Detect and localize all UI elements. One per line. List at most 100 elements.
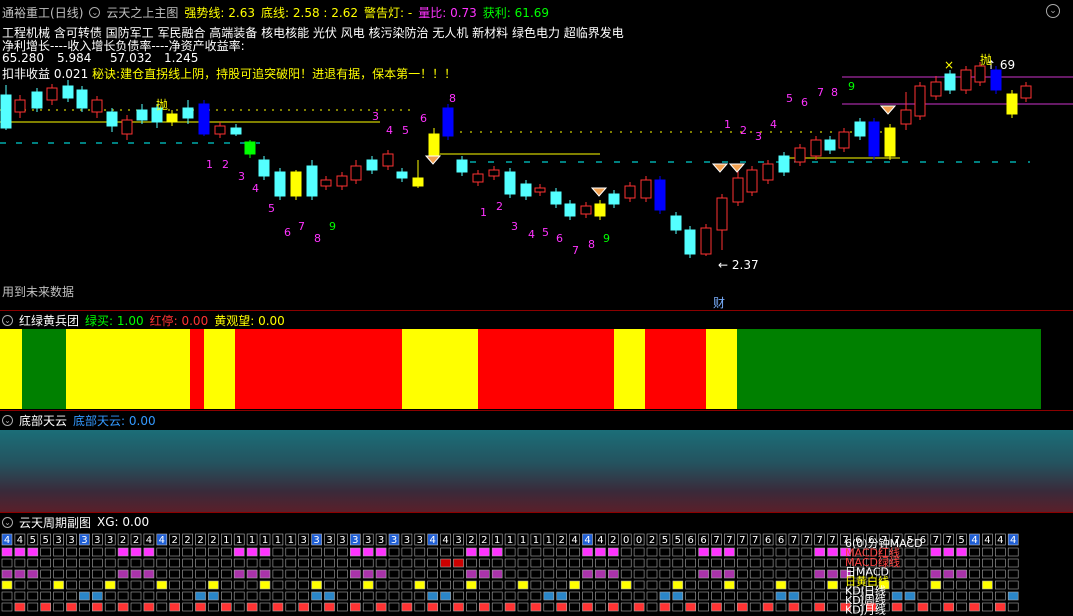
panel4-menu-icon[interactable]: ⌄ <box>2 516 13 528</box>
cycle-digit: 3 <box>81 535 87 546</box>
cycle-cell <box>182 591 193 601</box>
buy-value: 1.00 <box>116 313 144 328</box>
cycle-digit: 3 <box>455 535 461 546</box>
candle-body <box>794 147 806 163</box>
cycle-cell <box>504 558 516 568</box>
cycle-cell <box>130 558 142 568</box>
cycle-cell <box>208 591 219 601</box>
cycle-cell <box>478 580 490 590</box>
cycle-cell <box>440 602 451 612</box>
cycle-cell <box>749 547 761 557</box>
cycle-row-label: KDJ月线 <box>845 603 886 616</box>
cycle-cell <box>208 580 219 590</box>
cycle-cell <box>233 602 245 612</box>
sequence-number: 8 <box>449 92 456 105</box>
cycle-digit: 3 <box>107 535 113 546</box>
cycle-cell <box>92 591 103 601</box>
cycle-cell <box>788 580 800 590</box>
cycle-cell <box>440 547 451 557</box>
cycle-cell <box>285 558 297 568</box>
candle-body <box>824 139 836 151</box>
cycle-cell <box>814 580 826 590</box>
candle-body <box>350 165 362 181</box>
cycle-cell <box>427 569 439 579</box>
panel4-title[interactable]: 云天周期副图 <box>19 514 91 531</box>
watch-value: 0.00 <box>258 313 285 328</box>
cycle-cell <box>530 569 542 579</box>
cycle-cell <box>530 558 542 568</box>
cycle-cell <box>969 602 980 612</box>
cross-mark: × <box>944 58 955 72</box>
cycle-cell <box>724 602 735 612</box>
cycle-cell <box>298 602 310 612</box>
cycle-cell <box>943 591 955 601</box>
cycle-cell <box>195 558 206 568</box>
bottom-cloud-area[interactable] <box>0 430 1073 512</box>
diamond-marker <box>590 187 608 197</box>
candle-body <box>366 159 378 171</box>
cycle-digit: 4 <box>571 535 577 546</box>
cycle-cell <box>40 602 52 612</box>
cycle-cell <box>595 580 606 590</box>
cycle-cell <box>827 547 838 557</box>
cycle-cell <box>749 591 761 601</box>
cycle-cell <box>156 580 168 590</box>
cycle-cell <box>427 591 439 601</box>
cycle-cell <box>956 602 967 612</box>
cycle-cell <box>762 602 774 612</box>
cycle-cell <box>195 569 206 579</box>
cycle-cell <box>117 580 129 590</box>
cycle-cell <box>311 602 322 612</box>
cycle-cell <box>414 558 426 568</box>
cycle-digit: 3 <box>404 535 410 546</box>
finance-mark[interactable]: 财 <box>713 294 725 311</box>
cycle-cell <box>969 547 980 557</box>
candle-body <box>654 179 666 211</box>
cycle-cell <box>801 569 813 579</box>
cycle-cell <box>79 591 90 601</box>
sequence-number: 5 <box>402 124 409 137</box>
cycle-digit: 4 <box>1010 535 1016 546</box>
kline-chart[interactable]: 1 23456 78934 5681 234 5 67 8 91 2 345 67 8 9 <box>0 0 1073 310</box>
cycle-cell <box>14 591 26 601</box>
candle-body <box>810 139 822 157</box>
cycle-cell <box>994 558 1006 568</box>
cycle-cell <box>156 547 168 557</box>
panel2-menu-icon[interactable]: ⌄ <box>2 314 13 326</box>
cycle-cell <box>272 580 284 590</box>
cycle-grid[interactable]: 4455333332244222211111133333333334432211… <box>0 531 1073 616</box>
cycle-cell <box>736 569 748 579</box>
cycle-cell <box>298 558 310 568</box>
cycle-cell <box>427 558 439 568</box>
candle-body <box>732 177 744 203</box>
cycle-digit: 5 <box>43 535 49 546</box>
cycle-cell <box>904 591 916 601</box>
band-chart[interactable] <box>0 329 1073 409</box>
cycle-cell <box>569 569 580 579</box>
candle-body <box>930 81 942 97</box>
cycle-digit: 7 <box>946 535 952 546</box>
panel3-title[interactable]: 底部天云 <box>19 412 67 429</box>
candle-body <box>258 159 270 177</box>
cycle-cell <box>208 558 219 568</box>
candle-body <box>290 171 302 197</box>
cycle-cell <box>956 580 967 590</box>
cycle-cell <box>530 602 542 612</box>
cycle-cell <box>221 558 232 568</box>
sequence-number: 2 <box>740 124 747 137</box>
cycle-cell <box>633 602 645 612</box>
cycle-cell <box>40 547 52 557</box>
panel2-title[interactable]: 红绿黄兵团 <box>19 312 79 329</box>
sequence-number: 1 <box>206 158 213 171</box>
cycle-cell <box>208 547 219 557</box>
sequence-number: 8 <box>588 238 595 251</box>
candle-body <box>550 191 562 205</box>
cycle-digit: 6 <box>778 535 784 546</box>
cycle-cell <box>92 558 103 568</box>
panel4-header: ⌄ 云天周期副图 XG: 0.00 <box>0 513 1073 531</box>
candle-body <box>716 197 728 231</box>
cycle-cell <box>620 547 632 557</box>
cycle-cell <box>582 602 593 612</box>
panel3-menu-icon[interactable]: ⌄ <box>2 414 13 426</box>
cycle-cell <box>762 580 774 590</box>
